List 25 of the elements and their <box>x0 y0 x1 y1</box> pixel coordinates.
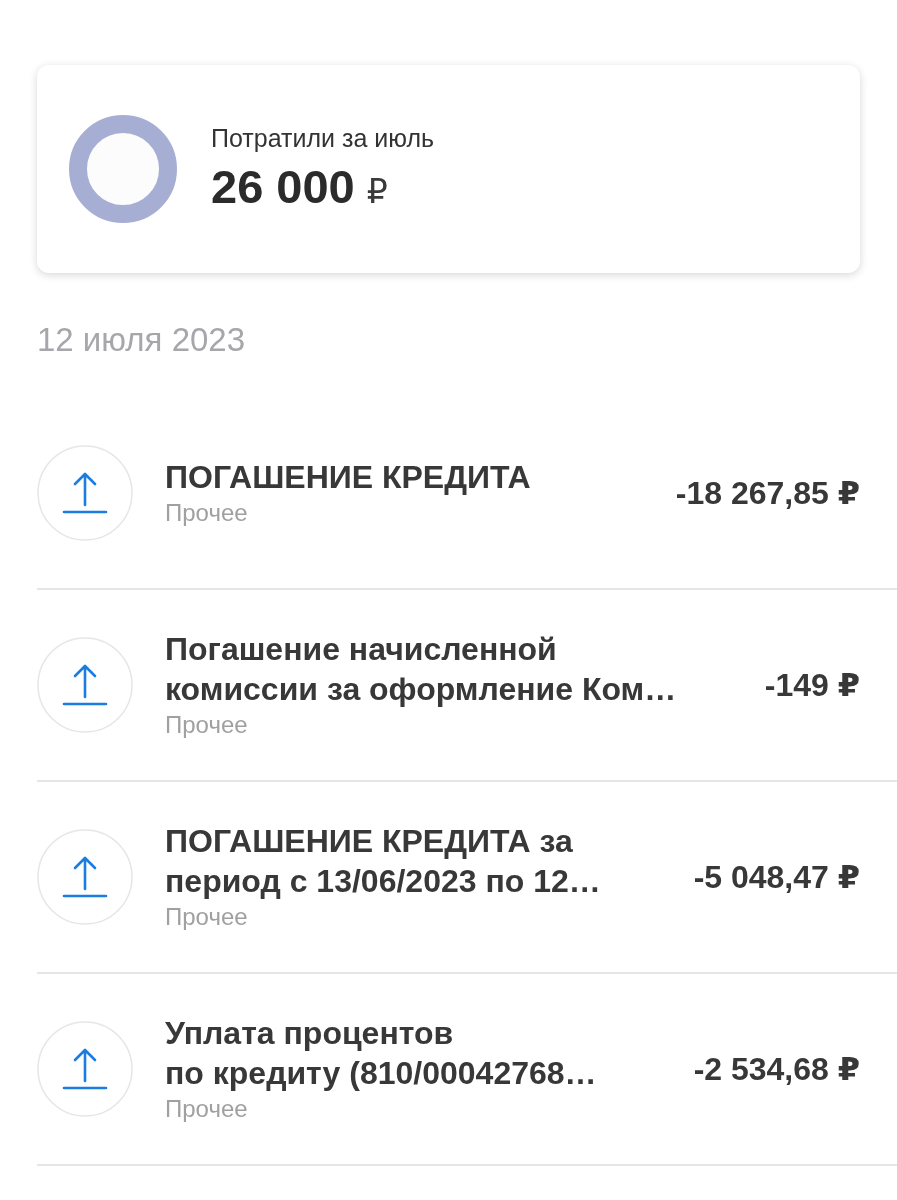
transaction-category: Прочее <box>165 710 249 740</box>
arrow-up-icon <box>37 637 133 733</box>
transaction-amount: -5 048,47 ₽ <box>693 858 860 897</box>
transaction-amount: -149 ₽ <box>764 666 860 705</box>
transaction-title: ПОГАШЕНИЕ КРЕДИТА <box>165 458 532 497</box>
transaction-category: Прочее <box>165 1094 249 1124</box>
ring-icon <box>69 115 177 223</box>
transaction-title: Погашение начисленной комиссии за оформление Ком… <box>165 630 678 709</box>
transaction-category: Прочее <box>165 902 249 932</box>
arrow-up-icon <box>37 829 133 925</box>
transaction-title: Уплата процентов по кредиту (810/00042768… <box>165 1014 598 1093</box>
arrow-up-icon <box>37 1021 133 1117</box>
currency-sign: ₽ <box>366 172 388 212</box>
summary-amount: 26 000 <box>211 159 355 215</box>
transaction-item[interactable]: ПОГАШЕНИЕ КРЕДИТА Прочее -18 267,85 ₽ <box>37 398 897 590</box>
transaction-item[interactable]: Уплата процентов по кредиту (810/00042768… Прочее -2 534,68 ₽ <box>37 974 897 1166</box>
transaction-item[interactable]: ПОГАШЕНИЕ КРЕДИТА за период с 13/06/2023 по 12… Прочее -5 048,47 ₽ <box>37 782 897 974</box>
transaction-category: Прочее <box>165 498 249 528</box>
summary-label: Потратили за июль <box>211 123 435 153</box>
transaction-amount: -18 267,85 ₽ <box>675 474 860 513</box>
date-heading: 12 июля 2023 <box>37 320 247 360</box>
transaction-amount: -2 534,68 ₽ <box>693 1050 860 1089</box>
transaction-title: ПОГАШЕНИЕ КРЕДИТА за период с 13/06/2023 по 12… <box>165 822 602 901</box>
transaction-item[interactable]: Погашение начисленной комиссии за оформление Ком… Прочее -149 ₽ <box>37 590 897 782</box>
arrow-up-icon <box>37 445 133 541</box>
